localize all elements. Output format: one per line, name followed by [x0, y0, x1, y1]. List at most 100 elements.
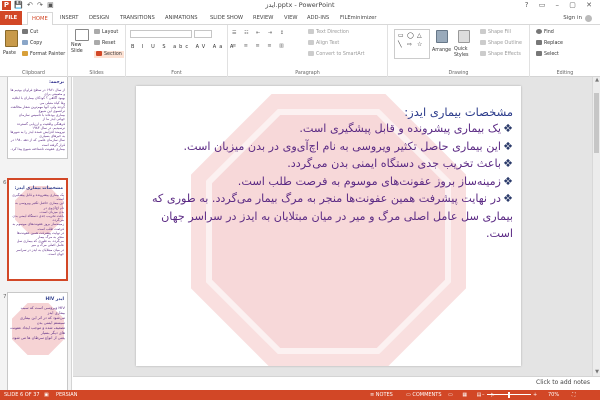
slide-thumbnail-pane[interactable]: ترجمه: از سال ۱۹۸۱ در سطح فراوان بودیم ه…	[0, 77, 72, 390]
section-button[interactable]: Section	[94, 51, 124, 58]
thumbnail-text: از سال ۱۹۸۱ در سطح فراوان بودیم ها و مصی…	[10, 88, 65, 151]
notes-placeholder[interactable]: Click to add notes	[536, 379, 590, 386]
thumbnail-line: یعنی از انواع سرطان ها می شود.	[11, 335, 65, 340]
zoom-out-button[interactable]: –	[482, 390, 485, 400]
scroll-up-icon[interactable]: ▲	[593, 77, 600, 84]
scroll-down-icon[interactable]: ▼	[593, 369, 600, 376]
zoom-level[interactable]: 70%	[548, 390, 559, 400]
effects-icon	[480, 51, 486, 56]
format-painter-button[interactable]: Format Painter	[22, 51, 65, 58]
tab-design[interactable]: DESIGN	[89, 13, 109, 24]
smartart-icon	[308, 51, 314, 56]
cut-button[interactable]: Cut	[22, 29, 38, 36]
text-direction-label: Text Direction	[316, 30, 349, 35]
diamond-bullet-icon: ❖	[502, 192, 513, 205]
thumbnail-text: HIV ویروسی است که سبب بیماری ایدز می‌شود…	[10, 305, 65, 340]
scrollbar-thumb[interactable]	[594, 93, 599, 153]
editing-group: Find Replace Select Editing	[530, 25, 600, 77]
comments-toggle-button[interactable]: ▭ COMMENTS	[406, 390, 442, 400]
tab-insert[interactable]: INSERT	[60, 13, 78, 24]
pen-icon	[480, 40, 486, 45]
vertical-scrollbar[interactable]: ▲ ▼	[592, 77, 600, 376]
notes-pane[interactable]: Click to add notes	[73, 376, 600, 390]
shape-outline-label: Shape Outline	[488, 41, 522, 46]
select-button[interactable]: Select	[536, 51, 559, 58]
tab-home[interactable]: HOME	[27, 12, 53, 26]
paste-icon	[5, 30, 18, 47]
arrange-button[interactable]: Arrange	[432, 47, 451, 54]
section-icon	[96, 51, 102, 56]
slide-content-placeholder[interactable]: مشخصات بیماری ایدز: ❖یک بیماری پیشرونده …	[146, 104, 513, 243]
slide-editor: مشخصات بیماری ایدز: ❖یک بیماری پیشرونده …	[73, 77, 600, 390]
comments-label: COMMENTS	[412, 392, 442, 398]
zoom-in-button[interactable]: +	[533, 390, 537, 400]
ribbon: Paste Cut Copy Format Painter Clipboard …	[0, 25, 600, 77]
clipboard-group: Paste Cut Copy Format Painter Clipboard	[0, 25, 68, 77]
slide-thumbnail-5[interactable]: ترجمه: از سال ۱۹۸۱ در سطح فراوان بودیم ه…	[7, 77, 68, 159]
thumbnail-line: نیرومند افزایش عمده ایدز را به شهرها به …	[10, 130, 65, 139]
paste-button[interactable]: Paste	[3, 50, 16, 57]
layout-button[interactable]: Layout	[94, 29, 118, 36]
tab-view[interactable]: VIEW	[284, 13, 298, 24]
view-buttons[interactable]: ▭ ▦ ▤ ▷	[448, 390, 499, 400]
thumbnail-line: بهبود آگاهی ؟ کودکان بیماران با ابتلایه …	[12, 96, 65, 105]
find-button[interactable]: Find	[536, 29, 554, 36]
font-group: B I U S abc AV Aa A Font	[126, 25, 233, 77]
tab-transitions[interactable]: TRANSITIONS	[120, 13, 155, 24]
slide-thumbnail-6[interactable]: مشخصات بیماری ایدز: یک بیماری پیشرونده و…	[7, 178, 68, 281]
window-controls[interactable]: ? ▭ – ▢ ✕	[525, 0, 596, 11]
spellcheck-icon[interactable]: ▣	[44, 390, 49, 400]
notes-toggle-button[interactable]: ≡ NOTES	[370, 390, 393, 400]
tab-review[interactable]: REVIEW	[253, 13, 273, 24]
bullet-text: یک بیماری پیشرونده و قابل پیشگیری است.	[299, 122, 501, 135]
language-indicator[interactable]: PERSIAN	[56, 390, 77, 400]
paragraph-group-label: Paragraph	[295, 71, 320, 76]
diamond-bullet-icon: ❖	[502, 122, 513, 135]
text-direction-button[interactable]: Text Direction	[308, 29, 349, 36]
current-slide[interactable]: مشخصات بیماری ایدز: ❖یک بیماری پیشرونده …	[136, 86, 521, 366]
line-shape-icon: ╲	[398, 41, 402, 48]
sign-in-link[interactable]: Sign in	[563, 13, 582, 24]
align-text-button[interactable]: Align Text	[308, 40, 339, 47]
tab-animations[interactable]: ANIMATIONS	[165, 13, 198, 24]
slide-thumbnail-7[interactable]: ایدز HIV HIV ویروسی است که سبب بیماری ای…	[7, 292, 68, 390]
shape-outline-button[interactable]: Shape Outline	[480, 40, 522, 47]
thumbnail-title: ترجمه:	[49, 80, 64, 85]
reset-button[interactable]: Reset	[94, 40, 115, 47]
font-size-box[interactable]	[194, 30, 212, 38]
convert-smartart-button[interactable]: Convert to SmartArt	[308, 51, 364, 58]
quick-styles-button[interactable]: Quick Styles	[454, 47, 476, 59]
shape-effects-button[interactable]: Shape Effects	[480, 51, 521, 58]
quick-styles-icon	[458, 30, 470, 43]
convert-smartart-label: Convert to SmartArt	[316, 52, 365, 57]
tab-slide-show[interactable]: SLIDE SHOW	[210, 13, 243, 24]
replace-button[interactable]: Replace	[536, 40, 563, 47]
rectangle-shape-icon: ▭	[398, 32, 404, 39]
layout-icon	[94, 29, 100, 34]
layout-label: Layout	[102, 30, 119, 35]
shape-fill-button[interactable]: Shape Fill	[480, 29, 511, 36]
replace-label: Replace	[544, 41, 563, 46]
thumbnail-line: سال سازمان علمی که از دهه ۱۹۸۰ در قرار گ…	[10, 138, 65, 147]
fit-slide-icon[interactable]: ⛶	[572, 390, 576, 400]
copy-button[interactable]: Copy	[22, 40, 42, 47]
star-shape-icon: ☆	[417, 41, 423, 48]
tab-add-ins[interactable]: ADD-INS	[307, 13, 329, 24]
font-format-buttons[interactable]: B I U S abc AV Aa A	[131, 43, 236, 51]
tab-file[interactable]: FILE	[0, 11, 22, 25]
alignment-buttons[interactable]: ≡ ≡ ≡ ≡ ▥	[232, 42, 287, 50]
bullet-text: باعث تخریب جدی دستگاه ایمنی بدن می‌گردد.	[287, 157, 501, 170]
zoom-slider-handle[interactable]	[508, 392, 510, 398]
new-slide-button[interactable]: New Slide	[71, 43, 93, 55]
tab-fileminimizer[interactable]: FILEminimizer	[340, 13, 376, 24]
thumbnail-line: بیماری عفونت ناشناخته شیوع پیدا کرد.	[10, 146, 65, 151]
thumbnail-line: می‌گردد. به طوری که بیماری سل عامل اصلی …	[16, 239, 64, 248]
bullet-item: ❖یک بیماری پیشرونده و قابل پیشگیری است.	[146, 120, 513, 138]
format-painter-label: Format Painter	[30, 52, 66, 57]
arrange-icon	[436, 30, 448, 43]
shapes-gallery[interactable]: ▭ ◯ △ ╲ ⇨ ☆	[394, 29, 430, 59]
font-name-box[interactable]	[130, 30, 192, 38]
user-avatar-icon[interactable]	[585, 15, 592, 22]
list-indent-buttons[interactable]: ☰ ☷ ⇤ ⇥ ↕	[232, 29, 287, 37]
cut-label: Cut	[30, 30, 39, 35]
